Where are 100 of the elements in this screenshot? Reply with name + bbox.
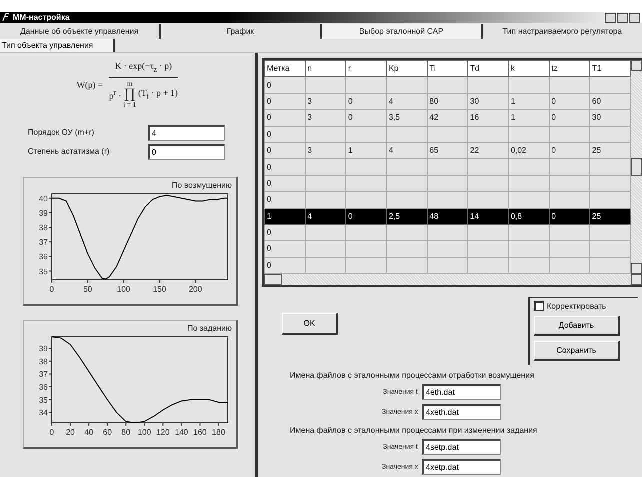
vertical-scrollbar[interactable] (631, 60, 642, 274)
y-tick-label: 39 (39, 208, 49, 218)
table-cell[interactable]: 0 (346, 110, 386, 126)
table-cell[interactable]: 16 (468, 110, 508, 126)
x-tick-label: 180 (212, 428, 226, 437)
table-cell[interactable]: 48 (427, 208, 468, 224)
y-tick: 39 (39, 208, 52, 218)
table-cell[interactable]: 2,5 (386, 208, 428, 224)
column-header[interactable]: n (305, 60, 346, 77)
table-cell[interactable]: 0,8 (508, 208, 550, 224)
table-cell[interactable]: 3 (305, 142, 346, 159)
table-cell[interactable]: 0 (264, 240, 306, 258)
column-header[interactable]: tz (549, 60, 590, 77)
table-cell[interactable]: 80 (427, 93, 468, 110)
x-tick-label: 200 (188, 284, 203, 294)
action-button[interactable]: Сохранить (534, 341, 620, 362)
column-header[interactable]: r (346, 60, 386, 77)
column-header[interactable]: k (508, 60, 550, 77)
y-tick: 37 (39, 238, 52, 247)
file-name-field[interactable]: 4setp.dat (422, 439, 501, 456)
table-cell[interactable]: 0 (264, 126, 306, 142)
action-button[interactable]: Добавить (534, 316, 620, 336)
table-cell[interactable]: 0 (264, 76, 306, 94)
y-tick: 38 (39, 223, 52, 232)
column-header[interactable]: Kp (386, 60, 428, 77)
horizontal-scrollbar[interactable] (264, 274, 642, 286)
y-tick: 35 (39, 396, 52, 405)
ok-button[interactable]: OK (282, 313, 338, 336)
table-cell[interactable]: 42 (427, 110, 468, 126)
x-tick-label: 20 (66, 428, 76, 437)
formula-numerator: K · exp(−τ$_{z}$ · p) (109, 61, 178, 78)
table-cell[interactable]: 22 (468, 142, 508, 159)
table-cell[interactable]: 1 (508, 110, 550, 126)
table-cell[interactable]: 0 (549, 142, 590, 159)
table-cell[interactable]: 0 (549, 93, 590, 110)
table-cell[interactable]: 25 (590, 208, 630, 224)
y-tick-label: 34 (39, 408, 49, 418)
table-cell[interactable]: 0 (549, 208, 590, 224)
y-tick-label: 37 (39, 370, 49, 380)
table-cell[interactable]: 65 (427, 142, 468, 159)
input-field[interactable]: 4 (148, 124, 225, 141)
table-cell[interactable]: 0 (346, 93, 386, 110)
y-tick-label: 35 (39, 267, 49, 276)
table-cell[interactable]: 0 (264, 158, 306, 176)
y-tick: 40 (39, 194, 52, 204)
input-field[interactable]: 0 (148, 144, 225, 160)
table-cell[interactable]: 3 (305, 110, 346, 126)
y-tick-label: 38 (39, 223, 49, 232)
table-cell[interactable]: 0 (264, 110, 306, 126)
chart-title: По заданию (187, 324, 232, 333)
x-tick-label: 150 (153, 284, 167, 294)
table-cell[interactable]: 0 (264, 224, 306, 241)
column-header[interactable]: Td (468, 60, 508, 77)
checkbox[interactable] (534, 301, 544, 312)
table-cell[interactable]: 0 (264, 142, 306, 159)
table-cell[interactable]: 4 (386, 93, 428, 110)
column-header[interactable]: T1 (590, 60, 630, 77)
section-heading: Имена файлов с эталонными процессами отработки возмущения (290, 371, 534, 380)
formula-term: (T$_{i}$ · p + 1) (138, 88, 178, 101)
file-name-field[interactable]: 4xeth.dat (422, 404, 501, 420)
table-cell[interactable]: 0 (346, 208, 386, 224)
table-cell[interactable]: 3,5 (386, 110, 428, 126)
table-cell[interactable]: 0 (264, 192, 306, 208)
x-tick: 160 (194, 422, 207, 437)
section-heading: Имена файлов с эталонными процессами при изменении задания (290, 426, 538, 436)
tab[interactable]: Выбор эталонной САР (322, 24, 483, 39)
table-cell[interactable]: 1 (264, 208, 306, 224)
window-title: MM-настройка (13, 13, 70, 22)
column-header[interactable]: Метка (264, 60, 306, 77)
y-tick: 39 (39, 344, 52, 354)
x-tick: 100 (138, 422, 152, 437)
tab[interactable]: Тип объекта управления (0, 39, 116, 52)
x-tick-label: 50 (83, 284, 93, 294)
table-cell[interactable]: 30 (468, 93, 508, 110)
x-tick: 100 (117, 279, 131, 294)
table-cell[interactable]: 1 (508, 93, 550, 110)
table-cell[interactable]: 0,02 (508, 142, 550, 159)
minimize-button[interactable] (605, 12, 616, 22)
table-cell[interactable]: 3 (305, 93, 346, 110)
table-cell[interactable]: 14 (468, 208, 508, 224)
maximize-button[interactable] (617, 12, 628, 22)
table-cell[interactable]: 1 (346, 142, 386, 159)
y-tick: 34 (39, 408, 52, 418)
formula-lhs: W(p) = (76, 80, 104, 90)
file-name-field[interactable]: 4eth.dat (422, 384, 501, 400)
y-tick: 38 (39, 357, 52, 366)
close-button[interactable] (629, 12, 640, 22)
table-cell[interactable]: 0 (264, 93, 306, 110)
table-cell[interactable]: 0 (264, 175, 306, 192)
x-tick-label: 40 (84, 428, 94, 437)
x-tick: 0 (50, 279, 54, 294)
checkbox-label[interactable]: Корректировать (547, 302, 606, 311)
table-cell[interactable]: 0 (549, 110, 590, 126)
x-tick: 40 (84, 422, 94, 437)
column-header[interactable]: Ti (427, 60, 468, 77)
table-cell[interactable]: 4 (386, 142, 428, 159)
file-name-field[interactable]: 4xetp.dat (422, 459, 501, 476)
product-sign: ∏ (124, 88, 136, 101)
table-cell[interactable]: 4 (305, 208, 346, 224)
y-tick-label: 38 (39, 357, 49, 366)
